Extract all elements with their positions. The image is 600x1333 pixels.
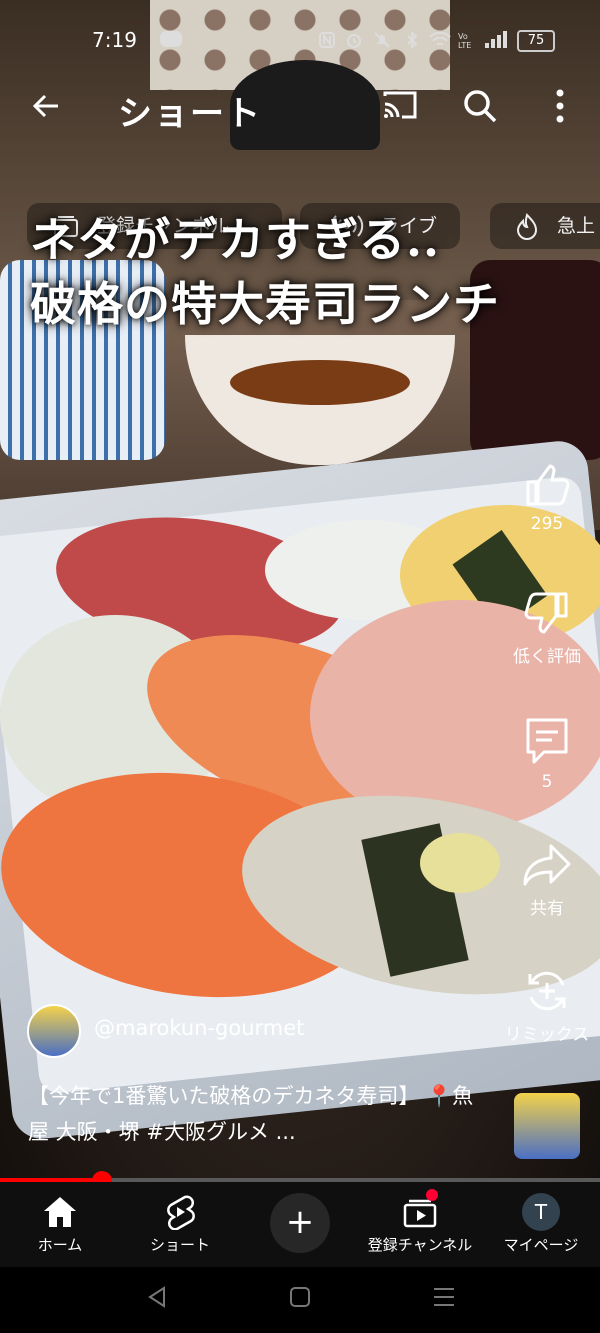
notification-dot (426, 1189, 438, 1201)
home-icon (44, 1197, 76, 1227)
mute-icon (374, 32, 390, 48)
thumbs-up-icon (526, 464, 570, 506)
channel-avatar[interactable] (27, 1004, 81, 1058)
clock: 7:19 (92, 28, 137, 52)
nav-home-label: ホーム (37, 1236, 83, 1254)
soy-sauce (230, 360, 410, 405)
like-count: 295 (530, 514, 564, 534)
share-label: 共有 (530, 899, 564, 919)
more-options-icon[interactable] (550, 88, 570, 124)
caption-line-1: ネタがデカすぎる.. (30, 213, 441, 267)
dislike-button[interactable]: 低く評価 (500, 590, 594, 667)
share-button[interactable]: 共有 (500, 842, 594, 919)
signal-icon (485, 31, 507, 48)
comment-icon (526, 718, 568, 764)
bluetooth-icon (407, 31, 418, 49)
status-bar: 7:19 Vo LTE 75 (0, 0, 600, 80)
nav-my-page-label: マイページ (503, 1236, 579, 1254)
create-button[interactable]: + (270, 1193, 330, 1253)
nfc-icon (319, 32, 335, 48)
thumbs-down-icon (524, 592, 568, 634)
system-back-icon[interactable] (146, 1285, 168, 1309)
caption-line-2: 破格の特大寿司ランチ (30, 277, 500, 331)
back-arrow-icon[interactable] (28, 88, 64, 124)
nav-my-page[interactable]: T マイページ (494, 1190, 588, 1255)
system-recents-icon[interactable] (432, 1286, 456, 1308)
nav-subscriptions-label: 登録チャンネル (367, 1236, 473, 1254)
comments-button[interactable]: 5 (500, 716, 594, 792)
page-title: ショート (118, 94, 262, 134)
ginger-topping (420, 833, 500, 893)
nav-subscriptions[interactable]: 登録チャンネル (356, 1190, 484, 1255)
remix-button[interactable]: リミックス (500, 968, 594, 1045)
channel-handle[interactable]: @marokun-gourmet (94, 1016, 304, 1040)
nav-shorts[interactable]: ショート (136, 1190, 224, 1255)
video-caption-overlay: ネタがデカすぎる.. 破格の特大寿司ランチ (30, 208, 590, 336)
cast-icon[interactable] (382, 90, 418, 120)
alarm-icon (347, 34, 361, 48)
audio-thumbnail[interactable] (514, 1093, 580, 1159)
search-icon[interactable] (462, 88, 498, 124)
shorts-icon (167, 1195, 195, 1230)
video-description[interactable]: 【今年で1番驚いた破格のデカネタ寿司】 📍魚屋 大阪・堺 #大阪グルメ ... (28, 1078, 478, 1150)
line-app-icon (160, 31, 182, 47)
remix-icon (528, 971, 566, 1011)
svg-text:LTE: LTE (458, 41, 471, 49)
system-home-icon[interactable] (289, 1286, 311, 1308)
svg-text:Vo: Vo (458, 32, 468, 41)
volte-icon: VoLTE (458, 32, 471, 49)
comment-count: 5 (541, 772, 553, 792)
nav-shorts-label: ショート (149, 1236, 210, 1254)
share-icon (523, 844, 571, 886)
battery-indicator: 75 (517, 30, 555, 52)
nav-home[interactable]: ホーム (18, 1190, 102, 1255)
wifi-icon (429, 31, 451, 46)
user-avatar: T (522, 1193, 560, 1231)
like-button[interactable]: 295 (500, 462, 594, 534)
dislike-label: 低く評価 (513, 647, 581, 667)
remix-label: リミックス (504, 1025, 590, 1045)
